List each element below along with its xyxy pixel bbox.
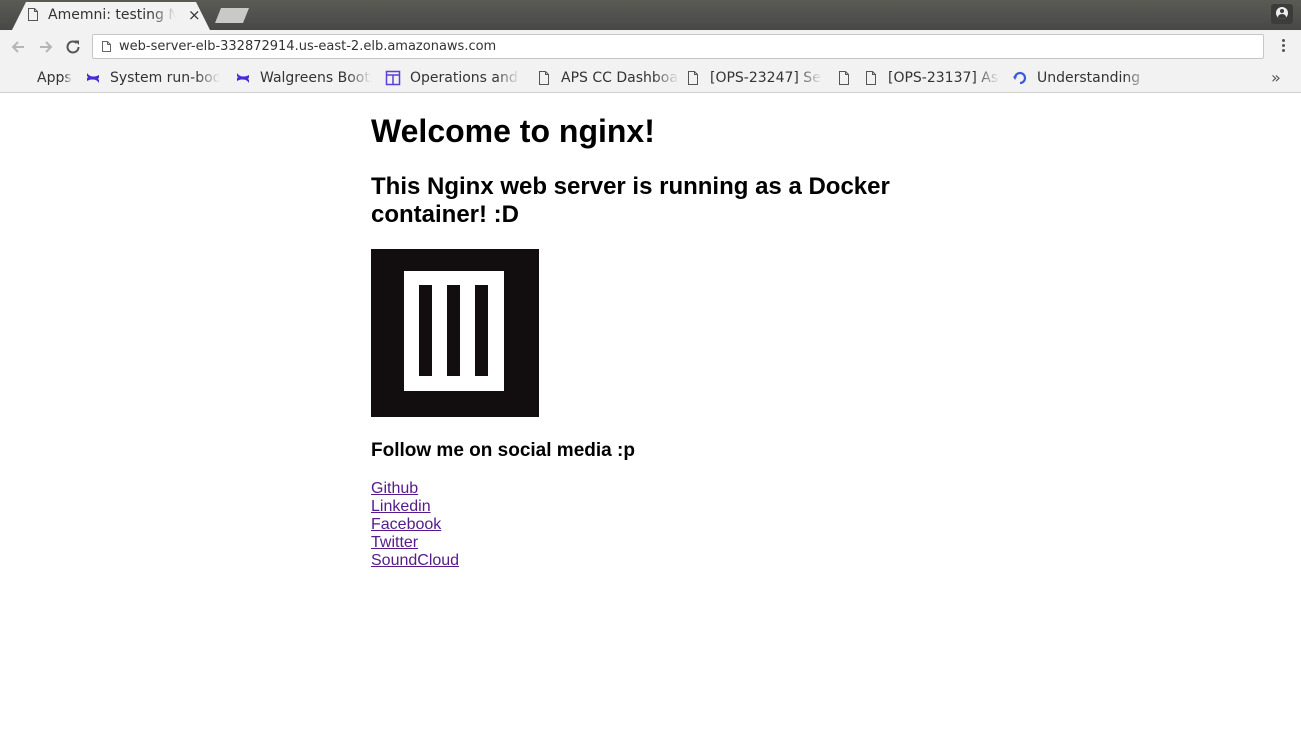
bookmark-understanding[interactable]: Understanding [1012,68,1149,88]
bookmark-operations[interactable]: Operations and [385,68,520,88]
bookmark-ops-23137[interactable]: [OPS-23137] Ass [863,68,1000,88]
new-tab-button[interactable] [215,8,249,23]
bookmark-blank[interactable] [836,68,861,88]
bookmark-label: Walgreens Boots [260,70,372,86]
page-icon [839,71,849,85]
bookmark-label: Operations and [410,70,518,86]
social-heading: Follow me on social media :p [371,440,635,461]
page-subtitle: This Nginx web server is running as a Do… [371,173,890,228]
bookmarks-bar: Apps System run-book Walgreens Boots Ope… [0,64,1301,93]
confluence-icon [237,73,249,83]
link-linkedin[interactable]: Linkedin [371,498,459,516]
tab-strip: Amemni: testing Nginx × [0,0,1301,30]
social-links: Github Linkedin Facebook Twitter SoundCl… [371,480,459,570]
page-icon [688,71,698,85]
bookmark-walgreens[interactable]: Walgreens Boots [235,68,372,88]
page-title: Welcome to nginx! [371,113,655,149]
link-soundcloud[interactable]: SoundCloud [371,552,459,570]
bookmark-apps[interactable]: Apps [10,68,72,88]
link-facebook[interactable]: Facebook [371,516,459,534]
docker-container-logo [371,249,539,417]
link-twitter[interactable]: Twitter [371,534,459,552]
board-icon [385,70,401,86]
bookmark-ops-23247[interactable]: [OPS-23247] Set [685,68,822,88]
bookmark-label: Understanding [1037,70,1141,86]
url-text[interactable]: web-server-elb-332872914.us-east-2.elb.a… [119,39,496,54]
back-arrow-icon[interactable] [7,36,29,58]
bookmark-label: [OPS-23247] Set [710,70,822,86]
tab-title: Amemni: testing Nginx [48,7,176,23]
forward-arrow-icon[interactable] [35,36,57,58]
bookmark-label: System run-book [110,70,220,86]
page-info-icon[interactable] [102,41,111,52]
page-icon [539,71,549,85]
bookmark-label: APS CC Dashboard [561,70,679,86]
browser-menu-icon[interactable] [1277,37,1289,57]
browser-tab[interactable]: Amemni: testing Nginx × [12,2,210,30]
address-bar[interactable]: web-server-elb-332872914.us-east-2.elb.a… [92,34,1264,59]
bookmark-aps-cc[interactable]: APS CC Dashboard [536,68,679,88]
bookmark-label: Apps [37,70,72,86]
link-github[interactable]: Github [371,480,459,498]
browser-toolbar: web-server-elb-332872914.us-east-2.elb.a… [0,30,1301,64]
more-bookmarks-icon[interactable]: » [1271,68,1281,88]
confluence-icon [87,73,99,83]
close-tab-icon[interactable]: × [188,6,201,24]
sync-icon [1013,71,1027,85]
bookmark-system-run-book[interactable]: System run-book [85,68,220,88]
reload-icon[interactable] [62,36,84,58]
page-icon [28,8,38,21]
apps-grid-icon [10,70,28,88]
bookmark-label: [OPS-23137] Ass [888,70,1000,86]
page-icon [866,71,876,85]
profile-icon[interactable] [1271,4,1293,24]
